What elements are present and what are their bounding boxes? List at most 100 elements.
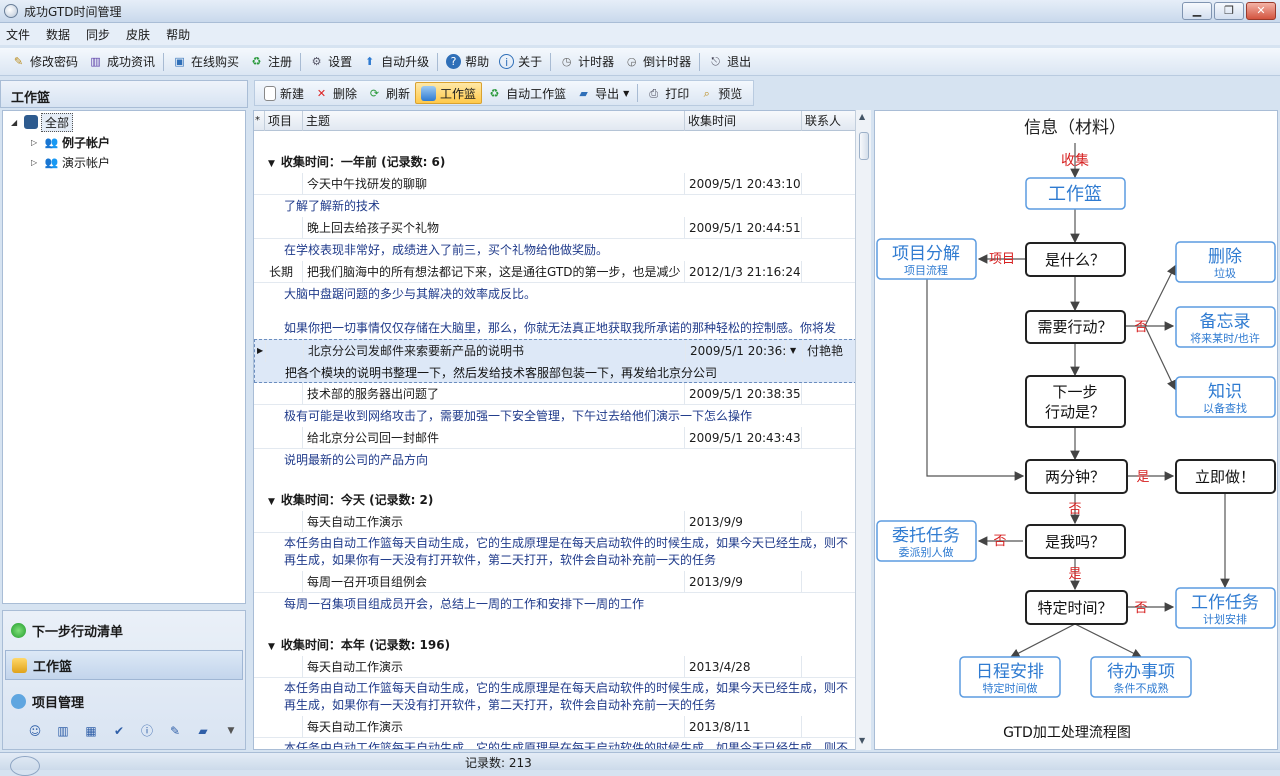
column-header-time[interactable]: 收集时间 — [685, 111, 802, 131]
table-row[interactable]: 每天自动工作演示 2013/9/9 — [254, 511, 855, 533]
delete-sub: 垃圾 — [1214, 266, 1236, 280]
group-header[interactable]: ▼ 收集时间：本年 (记录数: 196) — [254, 634, 855, 656]
chevron-down-icon[interactable]: ▼ — [223, 723, 239, 739]
nav-inbox[interactable]: 工作篮 — [5, 650, 243, 680]
collapse-icon[interactable]: ▼ — [268, 159, 275, 169]
toolbar-separator — [300, 52, 302, 71]
check-icon[interactable]: ✔ — [111, 723, 127, 739]
info-icon[interactable]: ⓘ — [139, 723, 155, 739]
green-circle-icon — [11, 622, 26, 638]
calendar-icon[interactable]: ▦ — [83, 723, 99, 739]
note-icon[interactable]: ✎ — [167, 723, 183, 739]
recycle-icon: ♻ — [489, 86, 500, 100]
collapse-icon[interactable]: ◢ — [11, 118, 21, 127]
todo-sub: 条件不成熟 — [1114, 681, 1169, 695]
about-button[interactable]: i 关于 — [494, 51, 547, 73]
new-document-icon — [264, 85, 276, 101]
minimize-button[interactable]: ▁ — [1182, 2, 1212, 20]
need-action-box: 需要行动？ — [1037, 318, 1112, 336]
table-row[interactable]: 长期 把我们脑海中的所有想法都记下来，这是通往GTD的第一步，也是减少 2012… — [254, 261, 855, 283]
table-row[interactable]: 每周一召开项目组例会 2013/9/9 — [254, 571, 855, 593]
grid-scrollbar[interactable]: ▲ ▼ — [855, 110, 871, 750]
exit-icon: ⎋ — [711, 55, 720, 68]
info-icon: i — [499, 54, 515, 69]
scroll-thumb[interactable] — [859, 132, 869, 160]
grid-header: * 项目 主题 收集时间 联系人 — [254, 111, 855, 131]
expand-icon[interactable]: ▷ — [31, 138, 41, 147]
new-button[interactable]: 新建 — [259, 82, 309, 104]
export-button[interactable]: ▰ 导出 ▼ — [571, 82, 634, 104]
table-row-selected[interactable]: ▶ 北京分公司发邮件来索要新产品的说明书 2009/5/1 20:36:4 ▼ … — [254, 339, 855, 383]
news-button[interactable]: ▥ 成功资讯 — [83, 51, 160, 73]
tree-node-demo-account[interactable]: ▷ 👥 演示帐户 — [31, 153, 110, 171]
auto-upgrade-button[interactable]: ⬆ 自动升级 — [357, 51, 434, 73]
row-note: 本任务由自动工作篮每天自动生成，它的生成原理是在每天启动软件的时候生成，如果今天… — [284, 741, 849, 750]
delegate-box: 委托任务 — [892, 526, 960, 546]
people-icon[interactable]: ☺ — [27, 723, 43, 739]
table-row[interactable]: 给北京分公司回一封邮件 2009/5/1 20:43:43 — [254, 427, 855, 449]
refresh-button[interactable]: ⟳ 刷新 — [362, 82, 415, 104]
menu-data[interactable]: 数据 — [46, 26, 70, 43]
column-header-contact[interactable]: 联系人 — [802, 111, 855, 131]
column-header-subject[interactable]: 主题 — [303, 111, 685, 131]
exit-button[interactable]: ⎋ 退出 — [703, 51, 756, 73]
left-panel-title: 工作篮 — [0, 80, 248, 108]
row-note: 把各个模块的说明书整理一下，然后发给技术客服部包装一下，再发给北京分公司 — [285, 366, 718, 380]
table-row[interactable]: 每天自动工作演示 2013/4/28 — [254, 656, 855, 678]
table-row[interactable]: 今天中午找研发的聊聊 2009/5/1 20:43:10 — [254, 173, 855, 195]
row-note: 本任务由自动工作篮每天自动生成，它的生成原理是在每天启动软件的时候生成，如果今天… — [284, 536, 849, 567]
settings-button[interactable]: ⚙ 设置 — [304, 51, 357, 73]
countdown-icon: ◶ — [626, 55, 637, 68]
chevron-down-icon[interactable]: ▼ — [786, 340, 803, 362]
knowledge-box: 知识 — [1208, 382, 1242, 402]
countdown-button[interactable]: ◶ 倒计时器 — [619, 51, 696, 73]
buy-online-button[interactable]: ▣ 在线购买 — [167, 51, 244, 73]
no-label-1: 否 — [1134, 320, 1147, 335]
tree-node-root[interactable]: ◢ 全部 — [11, 112, 74, 132]
nav-next-actions[interactable]: 下一步行动清单 — [5, 615, 243, 645]
delete-icon: ✕ — [316, 86, 327, 100]
books-icon[interactable]: ▥ — [55, 723, 71, 739]
menu-file[interactable]: 文件 — [6, 26, 30, 43]
memo-box: 备忘录 — [1200, 312, 1251, 332]
menu-sync[interactable]: 同步 — [86, 26, 110, 43]
collapse-icon[interactable]: ▼ — [268, 642, 275, 652]
collapse-icon[interactable]: ▼ — [268, 497, 275, 507]
preview-button[interactable]: ⌕ 预览 — [694, 82, 747, 104]
delegate-sub: 委派别人做 — [899, 545, 954, 559]
scroll-down-icon[interactable]: ▼ — [859, 736, 865, 745]
menu-help[interactable]: 帮助 — [166, 26, 190, 43]
no-label-4: 否 — [1134, 601, 1147, 616]
specific-time-box: 特定时间？ — [1037, 599, 1112, 617]
restore-button[interactable]: ❐ — [1214, 2, 1244, 20]
group-header[interactable]: ▼ 收集时间：今天 (记录数: 2) — [254, 489, 855, 511]
tree-node-example-account[interactable]: ▷ 👥 例子帐户 — [31, 133, 110, 151]
change-password-button[interactable]: ✎ 修改密码 — [6, 51, 83, 73]
inbox-toolbar: 新建 ✕ 删除 ⟳ 刷新 工作篮 ♻ 自动工作篮 ▰ 导出 ▼ ⎙ 打印 ⌕ 预览 — [254, 80, 754, 106]
refresh-icon: ⟳ — [369, 86, 380, 100]
schedule-sub: 特定时间做 — [983, 681, 1038, 695]
row-note: 说明最新的公司的产品方向 — [284, 453, 429, 467]
nav-project-management[interactable]: 项目管理 — [5, 686, 243, 716]
expand-icon[interactable]: ▷ — [31, 158, 41, 167]
row-indicator-header: * — [254, 111, 265, 131]
close-button[interactable]: ✕ — [1246, 2, 1276, 20]
column-header-project[interactable]: 项目 — [265, 111, 303, 131]
recycle-icon: ♻ — [251, 55, 262, 68]
table-row[interactable]: 晚上回去给孩子买个礼物 2009/5/1 20:44:51 — [254, 217, 855, 239]
project-breakdown-sub: 项目流程 — [904, 263, 948, 277]
scroll-up-icon[interactable]: ▲ — [859, 112, 865, 121]
delete-button[interactable]: ✕ 删除 — [309, 82, 362, 104]
table-row[interactable]: 技术部的服务器出问题了 2009/5/1 20:38:35 — [254, 383, 855, 405]
inbox-button[interactable]: 工作篮 — [415, 82, 483, 104]
auto-inbox-button[interactable]: ♻ 自动工作篮 — [482, 82, 571, 104]
table-row[interactable]: 每天自动工作演示 2013/8/11 — [254, 716, 855, 738]
diagram-title: 信息（材料） — [1024, 118, 1126, 138]
register-button[interactable]: ♻ 注册 — [244, 51, 297, 73]
group-header[interactable]: ▼ 收集时间：一年前 (记录数: 6) — [254, 151, 855, 173]
folder-icon[interactable]: ▰ — [195, 723, 211, 739]
timer-button[interactable]: ◷ 计时器 — [554, 51, 619, 73]
menu-skin[interactable]: 皮肤 — [126, 26, 150, 43]
help-button[interactable]: ? 帮助 — [441, 51, 494, 73]
print-button[interactable]: ⎙ 打印 — [641, 82, 694, 104]
